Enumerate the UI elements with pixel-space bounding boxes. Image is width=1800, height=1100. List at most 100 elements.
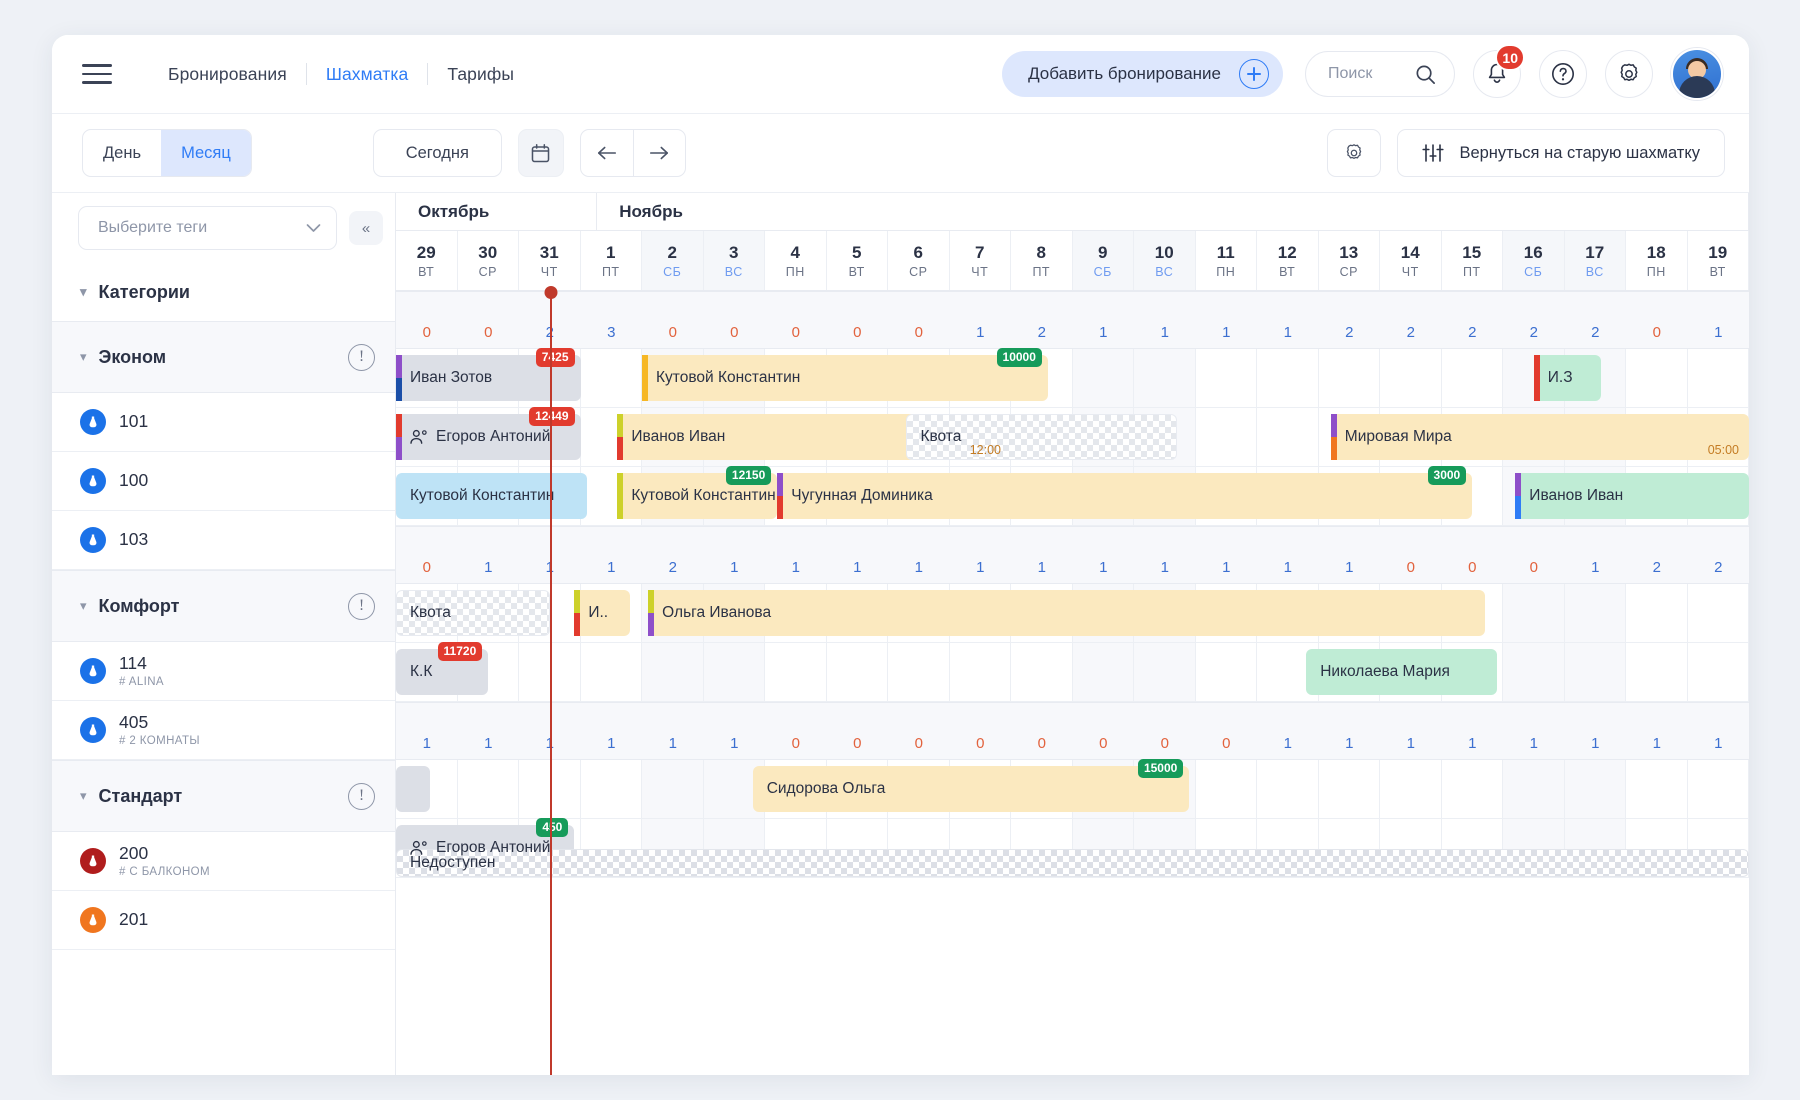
- sidebar-room-405[interactable]: 405 # 2 КОМНАТЫ: [52, 701, 395, 760]
- help-button[interactable]: [1539, 50, 1587, 98]
- day-header-cell[interactable]: 6 СР: [888, 231, 950, 290]
- day-header-cell[interactable]: 5 ВТ: [827, 231, 888, 290]
- booking-bar[interactable]: Ольга Иванова: [648, 590, 1485, 636]
- settings-button[interactable]: [1605, 50, 1653, 98]
- grid-cell[interactable]: [1503, 643, 1565, 701]
- warning-icon[interactable]: !: [348, 343, 375, 371]
- day-header-cell[interactable]: 16 СБ: [1503, 231, 1565, 290]
- warning-icon[interactable]: !: [348, 592, 375, 620]
- grid-cell[interactable]: [519, 760, 581, 818]
- grid-cell[interactable]: [703, 643, 765, 701]
- day-header-cell[interactable]: 17 ВС: [1564, 231, 1626, 290]
- day-header-cell[interactable]: 18 ПН: [1626, 231, 1688, 290]
- sidebar-category-комфорт[interactable]: ▾ Комфорт!: [52, 570, 395, 642]
- booking-bar[interactable]: [396, 766, 430, 812]
- day-header-cell[interactable]: 9 СБ: [1072, 231, 1134, 290]
- grid-cell[interactable]: [581, 760, 642, 818]
- booking-bar[interactable]: Сидорова Ольга 15000: [752, 759, 1190, 812]
- grid-settings-button[interactable]: [1327, 129, 1382, 177]
- day-header-cell[interactable]: 10 ВС: [1134, 231, 1196, 290]
- grid-cell[interactable]: [1380, 349, 1442, 407]
- day-header-cell[interactable]: 2 СБ: [642, 231, 704, 290]
- next-period-button[interactable]: [632, 130, 685, 176]
- day-header-cell[interactable]: 15 ПТ: [1442, 231, 1503, 290]
- grid-cell[interactable]: [1626, 584, 1688, 642]
- grid-cell[interactable]: [1196, 760, 1257, 818]
- prev-period-button[interactable]: [581, 130, 633, 176]
- sidebar-room-200[interactable]: 200 # С БАЛКОНОМ: [52, 832, 395, 891]
- warning-icon[interactable]: !: [348, 782, 375, 810]
- categories-header[interactable]: ▾ Категории: [52, 263, 395, 321]
- sidebar-room-100[interactable]: 100: [52, 452, 395, 511]
- booking-bar[interactable]: Кутовой Константин 12150: [617, 466, 778, 519]
- booking-bar[interactable]: Чугунная Доминика 3000: [777, 466, 1473, 519]
- grid-cell[interactable]: [1626, 760, 1688, 818]
- grid-cell[interactable]: [642, 643, 704, 701]
- grid-cell[interactable]: [888, 643, 950, 701]
- grid-cell[interactable]: [1564, 584, 1626, 642]
- day-header-cell[interactable]: 30 СР: [458, 231, 519, 290]
- grid-cell[interactable]: [1503, 760, 1565, 818]
- nav-item-bookings[interactable]: Бронирования: [149, 64, 306, 85]
- booking-bar[interactable]: Кутовой Константин: [396, 473, 587, 519]
- day-header-cell[interactable]: 31 ЧТ: [519, 231, 581, 290]
- day-header-cell[interactable]: 7 ЧТ: [950, 231, 1011, 290]
- day-header-cell[interactable]: 3 ВС: [703, 231, 765, 290]
- grid-cell[interactable]: [1072, 349, 1134, 407]
- day-header-cell[interactable]: 12 ВТ: [1257, 231, 1319, 290]
- grid-cell[interactable]: [1564, 760, 1626, 818]
- grid-cell[interactable]: [1319, 760, 1380, 818]
- sidebar-room-103[interactable]: 103: [52, 511, 395, 570]
- grid-cell[interactable]: [1380, 760, 1442, 818]
- hamburger-icon[interactable]: [82, 59, 122, 89]
- grid-cell[interactable]: [1688, 584, 1749, 642]
- sidebar-room-101[interactable]: 101: [52, 393, 395, 452]
- booking-bar[interactable]: Кутовой Константин 10000: [642, 348, 1048, 401]
- grid-cell[interactable]: [1688, 643, 1749, 701]
- grid-cell[interactable]: [581, 349, 642, 407]
- grid-cell[interactable]: [1134, 349, 1196, 407]
- sidebar-category-эконом[interactable]: ▾ Эконом!: [52, 321, 395, 393]
- grid-cell[interactable]: [519, 643, 581, 701]
- grid-cell[interactable]: [642, 760, 704, 818]
- nav-item-grid[interactable]: Шахматка: [307, 64, 428, 85]
- grid-cell[interactable]: [1442, 760, 1503, 818]
- day-header-cell[interactable]: 11 ПН: [1196, 231, 1257, 290]
- collapse-sidebar-button[interactable]: «: [349, 211, 383, 245]
- grid-cell[interactable]: [1626, 349, 1688, 407]
- booking-bar[interactable]: Мировая Мира 05:00: [1330, 414, 1749, 460]
- booking-bar[interactable]: И..: [574, 590, 630, 636]
- sidebar-room-201[interactable]: 201: [52, 891, 395, 950]
- grid-cell[interactable]: [1257, 349, 1319, 407]
- grid-cell[interactable]: [950, 643, 1011, 701]
- grid-cell[interactable]: [458, 760, 519, 818]
- grid-cell[interactable]: [827, 643, 888, 701]
- booking-bar[interactable]: К.К 11720: [396, 642, 489, 695]
- notifications-button[interactable]: 10: [1473, 44, 1525, 98]
- booking-bar[interactable]: Квота: [906, 414, 1178, 460]
- add-booking-button[interactable]: Добавить бронирование: [1002, 51, 1283, 97]
- day-header-cell[interactable]: 8 ПТ: [1011, 231, 1073, 290]
- grid-cell[interactable]: [1196, 349, 1257, 407]
- grid-cell[interactable]: [1257, 760, 1319, 818]
- grid-cell[interactable]: [1196, 643, 1257, 701]
- nav-item-rates[interactable]: Тарифы: [428, 64, 533, 85]
- booking-bar[interactable]: Квота: [396, 590, 550, 636]
- search-input[interactable]: Поиск: [1305, 51, 1455, 97]
- booking-bar[interactable]: Егоров Антоний 12449: [396, 407, 581, 460]
- booking-bar[interactable]: Николаева Мария: [1306, 649, 1497, 695]
- day-header-cell[interactable]: 19 ВТ: [1688, 231, 1749, 290]
- grid-cell[interactable]: [1564, 643, 1626, 701]
- grid-cell[interactable]: [1688, 760, 1749, 818]
- booking-bar[interactable]: Иванов Иван: [1515, 473, 1749, 519]
- grid-cell[interactable]: [581, 643, 642, 701]
- grid-cell[interactable]: [1442, 349, 1503, 407]
- grid-cell[interactable]: [1319, 349, 1380, 407]
- tags-select[interactable]: Выберите теги: [78, 206, 337, 250]
- grid-cell[interactable]: [1134, 643, 1196, 701]
- today-button[interactable]: Сегодня: [372, 129, 502, 177]
- grid-cell[interactable]: [1688, 349, 1749, 407]
- booking-bar[interactable]: Недоступен: [396, 849, 1749, 877]
- view-day-button[interactable]: День: [83, 130, 161, 176]
- old-grid-button[interactable]: Вернуться на старую шахматку: [1397, 129, 1725, 177]
